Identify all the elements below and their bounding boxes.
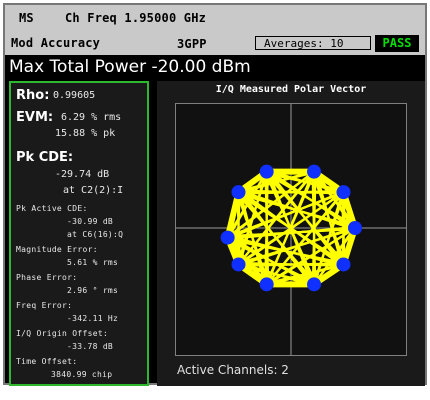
pk-cde-location: at C2(2):I bbox=[63, 185, 124, 196]
standard-label: 3GPP bbox=[177, 37, 207, 51]
symbol-point bbox=[336, 185, 351, 200]
rho-value: 0.99605 bbox=[53, 90, 96, 101]
symbol-point bbox=[259, 277, 274, 292]
pk-cde-label: Pk CDE: bbox=[16, 150, 74, 165]
time-offset-label: Time Offset: bbox=[16, 357, 78, 366]
freq-error-value: -342.11 Hz bbox=[67, 314, 119, 323]
phase-error-value: 2.96 ° rms bbox=[67, 286, 119, 295]
evm-label: EVM: bbox=[16, 110, 54, 125]
results-panel: Rho: 0.99605 EVM: 6.29 % rms 15.88 % pk … bbox=[9, 81, 149, 386]
plot-title: I/Q Measured Polar Vector bbox=[215, 84, 367, 95]
evm-pk-value: 15.88 % pk bbox=[55, 128, 116, 139]
rho-label: Rho: bbox=[16, 88, 50, 103]
symbol-point bbox=[231, 185, 246, 200]
polar-plot-area bbox=[175, 103, 407, 356]
magnitude-error-label: Magnitude Error: bbox=[16, 245, 98, 254]
measurement-name: Mod Accuracy bbox=[11, 36, 101, 50]
pk-active-cde-label: Pk Active CDE: bbox=[16, 204, 88, 213]
freq-error-label: Freq Error: bbox=[16, 301, 73, 310]
polar-vector-graph bbox=[176, 104, 406, 355]
symbol-point bbox=[231, 257, 246, 272]
evm-rms-value: 6.29 % rms bbox=[61, 112, 122, 123]
status-header: MS Ch Freq 1.95000 GHz Mod Accuracy 3GPP… bbox=[5, 5, 425, 55]
pass-indicator: PASS bbox=[375, 35, 419, 52]
symbol-point bbox=[307, 277, 322, 292]
symbol-point bbox=[220, 230, 235, 245]
page-title: Max Total Power -20.00 dBm bbox=[5, 56, 425, 78]
phase-error-label: Phase Error: bbox=[16, 273, 78, 282]
pk-active-cde-location: at C6(16):Q bbox=[67, 230, 124, 239]
iq-origin-offset-value: -33.78 dB bbox=[67, 342, 114, 351]
symbol-point bbox=[307, 164, 322, 179]
magnitude-error-value: 5.61 % rms bbox=[67, 258, 119, 267]
symbol-point bbox=[348, 221, 362, 235]
polar-vector-panel: I/Q Measured Polar Vector Active Channel… bbox=[157, 81, 425, 386]
symbol-point bbox=[259, 164, 274, 179]
active-channels: Active Channels: 2 bbox=[177, 363, 289, 377]
iq-origin-offset-label: I/Q Origin Offset: bbox=[16, 329, 109, 338]
symbol-point bbox=[336, 257, 351, 272]
averages-field[interactable]: Averages: 10 bbox=[255, 36, 371, 50]
analyzer-screen: MS Ch Freq 1.95000 GHz Mod Accuracy 3GPP… bbox=[3, 3, 427, 386]
time-offset-value: 3840.99 chip bbox=[51, 370, 113, 379]
channel-frequency: Ch Freq 1.95000 GHz bbox=[65, 11, 207, 25]
pk-cde-value: -29.74 dB bbox=[55, 169, 110, 180]
pk-active-cde-value: -30.99 dB bbox=[67, 217, 114, 226]
mode-label: MS bbox=[19, 11, 34, 25]
